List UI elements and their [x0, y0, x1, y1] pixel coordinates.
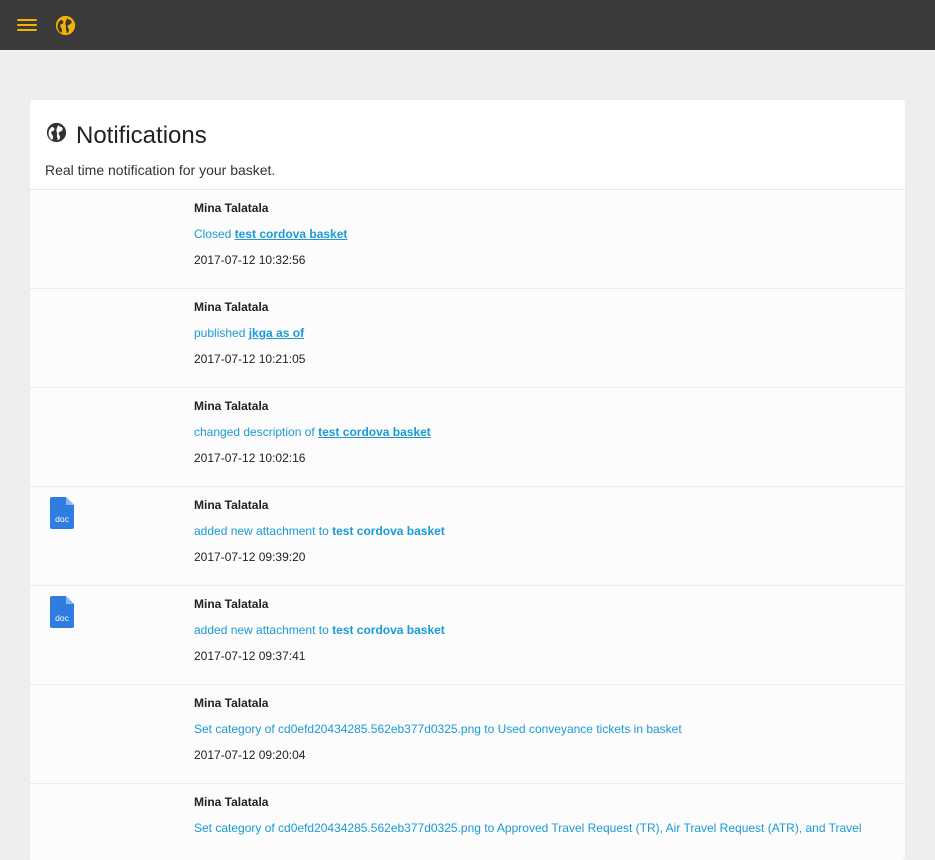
notification-item[interactable]: doc Mina Talatala added new attachment to… — [30, 586, 905, 685]
notification-action-text: Set category of cd0efd20434285.562eb377d… — [194, 821, 862, 835]
notification-user: Mina Talatala — [194, 696, 269, 710]
notification-action: changed description of test cordova bask… — [194, 425, 431, 439]
notification-timestamp: 2017-07-12 09:39:20 — [194, 550, 306, 564]
notification-item[interactable]: Mina Talatala Set category of cd0efd20434… — [30, 784, 905, 860]
notification-user: Mina Talatala — [194, 795, 269, 809]
globe-icon[interactable] — [55, 15, 76, 36]
notification-user: Mina Talatala — [194, 201, 269, 215]
basket-link[interactable]: test cordova basket — [332, 623, 445, 637]
notification-action-text: added new attachment to — [194, 524, 333, 538]
notification-action: Set category of cd0efd20434285.562eb377d… — [194, 722, 682, 736]
notification-item[interactable]: Mina Talatala Set category of cd0efd20434… — [30, 685, 905, 784]
notification-action-text: Closed — [194, 227, 235, 241]
page-title: Notifications — [76, 122, 207, 149]
basket-link[interactable]: test cordova basket — [235, 227, 348, 241]
basket-link[interactable]: jkga as of — [249, 326, 304, 340]
card-header: Notifications Real time notification for… — [30, 100, 905, 190]
basket-link[interactable]: test cordova basket — [318, 425, 431, 439]
basket-link[interactable]: test cordova basket — [332, 524, 445, 538]
doc-file-icon[interactable]: doc — [50, 596, 74, 628]
notification-user: Mina Talatala — [194, 399, 269, 413]
notification-action-text: published — [194, 326, 249, 340]
notification-user: Mina Talatala — [194, 300, 269, 314]
svg-text:doc: doc — [55, 613, 69, 623]
notification-timestamp: 2017-07-12 10:21:05 — [194, 352, 306, 366]
notification-action: Set category of cd0efd20434285.562eb377d… — [194, 821, 862, 835]
notification-item[interactable]: Mina Talatala published jkga as of 2017-07… — [30, 289, 905, 388]
notification-action: added new attachment to test cordova bas… — [194, 623, 445, 637]
top-app-bar — [0, 0, 935, 50]
page-subtitle: Real time notification for your basket. — [45, 162, 276, 178]
notification-action: Closed test cordova basket — [194, 227, 347, 241]
notification-action-text: changed description of — [194, 425, 319, 439]
notification-action-text: added new attachment to — [194, 623, 333, 637]
notification-action-text: Set category of cd0efd20434285.562eb377d… — [194, 722, 682, 736]
notification-timestamp: 2017-07-12 09:37:41 — [194, 649, 306, 663]
notification-timestamp: 2017-07-12 09:20:04 — [194, 748, 306, 762]
notification-user: Mina Talatala — [194, 597, 269, 611]
hamburger-menu-icon[interactable] — [17, 17, 37, 33]
notification-action: added new attachment to test cordova bas… — [194, 524, 445, 538]
notification-user: Mina Talatala — [194, 498, 269, 512]
notifications-card: Notifications Real time notification for… — [30, 100, 905, 860]
svg-text:doc: doc — [55, 514, 69, 524]
notification-action: published jkga as of — [194, 326, 304, 340]
notification-item[interactable]: Mina Talatala Closed test cordova basket 2… — [30, 190, 905, 289]
notification-list: Mina Talatala Closed test cordova basket 2… — [30, 190, 905, 860]
doc-file-icon[interactable]: doc — [50, 497, 74, 529]
notification-timestamp: 2017-07-12 10:32:56 — [194, 253, 306, 267]
notification-timestamp: 2017-07-12 10:02:16 — [194, 451, 306, 465]
notification-item[interactable]: Mina Talatala changed description of test… — [30, 388, 905, 487]
globe-icon — [46, 122, 67, 143]
notification-item[interactable]: doc Mina Talatala added new attachment to… — [30, 487, 905, 586]
